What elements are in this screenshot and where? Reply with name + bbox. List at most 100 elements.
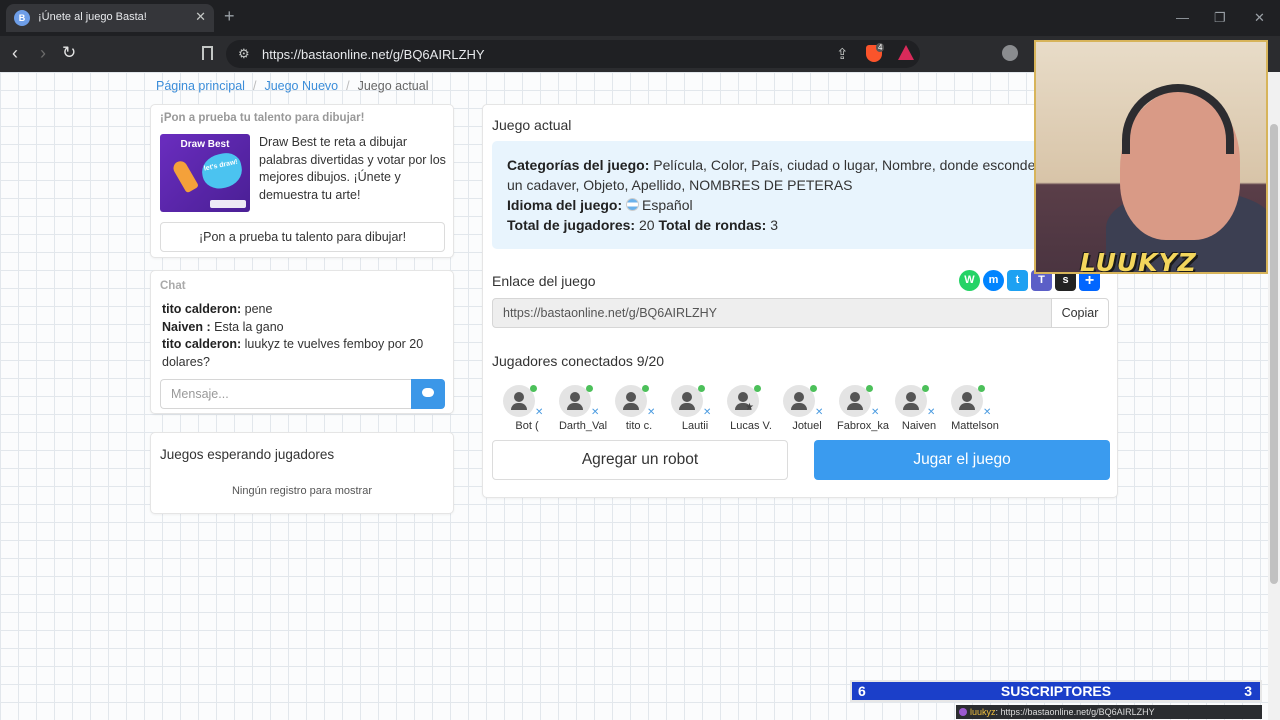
chat-message-input[interactable]: Mensaje... (160, 379, 412, 409)
online-indicator (586, 385, 593, 392)
breadcrumb-home-link[interactable]: Página principal (156, 79, 245, 93)
browser-tab[interactable]: B ¡Únete al juego Basta! ✕ (6, 4, 214, 32)
categories-label: Categorías del juego: (507, 157, 650, 173)
new-tab-button[interactable]: + (224, 7, 235, 25)
online-indicator (922, 385, 929, 392)
online-indicator (642, 385, 649, 392)
whatsapp-icon[interactable]: W (959, 270, 980, 291)
players-total-label: Total de jugadores: (507, 217, 636, 233)
waiting-games-empty: Ningún registro para mostrar (231, 485, 372, 497)
chat-user: Naiven : (162, 319, 211, 334)
categories-line: Categorías del juego: Película, Color, P… (507, 155, 1047, 195)
promo-card: ¡Pon a prueba tu talento para dibujar! D… (150, 104, 454, 258)
chat-text: Esta la gano (210, 319, 284, 334)
url-text[interactable]: https://bastaonline.net/g/BQ6AIRLZHY (262, 47, 485, 62)
kick-player-icon[interactable]: ✕ (591, 407, 599, 418)
game-link-field[interactable]: https://bastaonline.net/g/BQ6AIRLZHY (492, 298, 1052, 328)
current-game-title: Juego actual (492, 117, 572, 133)
promo-header: ¡Pon a prueba tu talento para dibujar! (160, 112, 365, 124)
player-name: Mattelson (951, 420, 999, 432)
player-item: ✕ Mattelson (949, 383, 1005, 433)
players-total-value: 20 (635, 217, 659, 233)
language-label: Idioma del juego: (507, 197, 623, 213)
browser-tab-bar: B ¡Únete al juego Basta! ✕ + — ❐ ✕ (0, 0, 1280, 36)
copy-link-button[interactable]: Copiar (1051, 298, 1109, 328)
draw-best-image[interactable]: Draw Best let's draw! (160, 134, 250, 212)
forward-icon[interactable]: › (40, 43, 46, 63)
add-robot-button[interactable]: Agregar un robot (492, 440, 788, 480)
online-indicator (810, 385, 817, 392)
streamer-name: LUUKYZ (1080, 248, 1197, 274)
twitter-icon[interactable]: t (1007, 270, 1028, 291)
maximize-icon[interactable]: ❐ (1214, 10, 1226, 26)
kick-player-icon[interactable]: ✕ (871, 407, 879, 418)
online-indicator (698, 385, 705, 392)
kick-player-icon[interactable]: ✕ (983, 407, 991, 418)
kick-player-icon[interactable]: ✕ (647, 407, 655, 418)
minimize-icon[interactable]: — (1176, 10, 1189, 25)
subscribers-title: SUSCRIPTORES (1000, 683, 1112, 699)
online-indicator (754, 385, 761, 392)
back-icon[interactable]: ‹ (12, 43, 18, 63)
kick-player-icon[interactable]: ✕ (815, 407, 823, 418)
breadcrumb-new-game-link[interactable]: Juego Nuevo (264, 79, 338, 93)
breadcrumb-separator: / (252, 79, 257, 93)
waiting-games-title: Juegos esperando jugadores (160, 447, 335, 462)
subscribers-goal: 3 (1244, 683, 1252, 699)
chat-ticker: luukyz: https://bastaonline.net/g/BQ6AIR… (956, 705, 1262, 719)
chat-message: Naiven : Esta la gano (162, 319, 432, 337)
reload-icon[interactable]: ↻ (62, 43, 76, 63)
share-page-icon[interactable]: ⇪ (836, 45, 849, 63)
chat-messages: tito calderon: pene Naiven : Esta la gan… (162, 301, 432, 371)
promo-image-splash: let's draw! (198, 150, 246, 192)
kick-player-icon[interactable]: ✕ (535, 407, 543, 418)
chat-user: tito calderon: (162, 302, 242, 316)
rounds-label: Total de rondas: (658, 217, 767, 233)
ticker-text: : https://bastaonline.net/g/BQ6AIRLZHY (995, 707, 1155, 717)
scrollbar-thumb[interactable] (1270, 124, 1278, 584)
play-game-button[interactable]: Jugar el juego (814, 440, 1110, 480)
language-line: Idioma del juego: Español (507, 195, 1047, 215)
brave-rewards-icon[interactable] (898, 45, 914, 60)
kick-player-icon[interactable]: ✕ (703, 407, 711, 418)
breadcrumb-current: Juego actual (357, 79, 429, 93)
chat-header: Chat (160, 280, 186, 292)
promo-button[interactable]: ¡Pon a prueba tu talento para dibujar! (160, 222, 445, 252)
totals-line: Total de jugadores: 20 Total de rondas: … (507, 215, 1047, 235)
ticker-dot-icon (959, 708, 967, 716)
chat-send-button[interactable] (411, 379, 445, 409)
profile-icon[interactable] (1002, 45, 1018, 61)
online-indicator (866, 385, 873, 392)
online-indicator (530, 385, 537, 392)
scrollbar[interactable] (1268, 72, 1280, 720)
site-favicon-icon: B (14, 10, 30, 26)
address-bar[interactable]: ⚙ https://bastaonline.net/g/BQ6AIRLZHY ⇪… (226, 40, 920, 68)
chat-text: pene (241, 302, 273, 316)
game-link-label: Enlace del juego (492, 273, 596, 289)
game-info: Categorías del juego: Película, Color, P… (507, 155, 1047, 235)
chat-message: tito calderon: pene (162, 301, 432, 319)
argentina-flag-icon (626, 198, 640, 211)
shields-count-badge: 4 (876, 43, 885, 52)
webcam-overlay: LUUKYZ (1034, 40, 1268, 274)
chat-bubble-icon (422, 388, 434, 397)
pencil-rocket-icon (170, 158, 200, 194)
language-value: Español (642, 197, 693, 213)
messenger-icon[interactable]: m (983, 270, 1004, 291)
waiting-games-card: Juegos esperando jugadores Ningún regist… (150, 432, 454, 514)
site-settings-icon[interactable]: ⚙ (238, 46, 250, 62)
promo-description: Draw Best te reta a dibujar palabras div… (259, 135, 446, 202)
promo-image-logo (210, 200, 246, 208)
kick-player-icon[interactable]: ✕ (927, 407, 935, 418)
chat-card: Chat tito calderon: pene Naiven : Esta l… (150, 270, 454, 414)
current-game-card: Juego actual Categorías del juego: Pelíc… (482, 104, 1118, 498)
breadcrumb-separator: / (346, 79, 350, 93)
host-star-icon: ★ (745, 402, 754, 413)
window-close-icon[interactable]: ✕ (1254, 10, 1265, 26)
connected-players-label: Jugadores conectados 9/20 (492, 353, 665, 369)
tab-close-icon[interactable]: ✕ (195, 9, 206, 25)
promo-image-title: Draw Best (180, 139, 230, 150)
bookmark-icon[interactable] (202, 46, 213, 60)
online-indicator (978, 385, 985, 392)
subscribers-bar: 6 SUSCRIPTORES 3 (850, 680, 1262, 702)
